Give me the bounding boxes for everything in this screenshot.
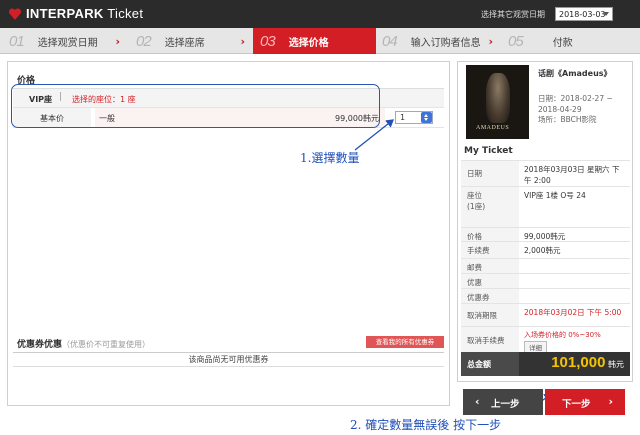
brand-name: INTERPARK — [26, 6, 104, 21]
quantity-value: 1 — [400, 113, 406, 122]
step-number: 02 — [136, 32, 152, 50]
step-select-seat: 02 选择座席 › — [128, 28, 253, 54]
chevron-right-icon: › — [608, 395, 613, 408]
ticket-row-discount: 优惠 — [461, 273, 630, 288]
ticket-row-coupon: 优惠券 — [461, 288, 630, 303]
ticket-value: VIP座 1楼 O号 24 — [524, 191, 586, 200]
ticket-key: 日期 — [461, 161, 519, 186]
prev-step-label: 上一步 — [491, 399, 520, 410]
show-poster: AMADEUS — [466, 65, 529, 139]
poster-figure — [486, 73, 510, 123]
ticket-row-seat: 座位 (1座) VIP座 1楼 O号 24 — [461, 186, 630, 227]
ticket-value: 2,000韩元 — [524, 246, 561, 255]
cancel-fee-value: 入场券价格的 0%~30% — [524, 331, 601, 339]
annotation-select-quantity: 1.選擇數量 — [300, 151, 360, 165]
step-label: 选择座席 — [164, 37, 205, 49]
ticket-key: 取消期限 — [461, 304, 519, 326]
show-info: 日期：2018-02-27 ~ 2018-04-29 场所：BBCH影院 — [538, 94, 628, 126]
price-panel: 价格 VIP座 | 选择的座位：1 座 基本价 一般 99,000韩元 1 优惠… — [7, 61, 450, 406]
date-select-value: 2018-03-03 — [559, 10, 606, 19]
ticket-row-price: 价格 99,000韩元 — [461, 227, 630, 241]
step-number: 05 — [508, 32, 524, 50]
ticket-summary-panel: AMADEUS 话剧《Amadeus》 日期：2018-02-27 ~ 2018… — [457, 61, 633, 382]
step-label: 输入订购者信息 — [410, 37, 481, 49]
step-arrow-icon: › — [488, 35, 493, 48]
step-select-price: 03 选择价格 — [253, 28, 376, 54]
ticket-key: 邮费 — [461, 259, 519, 273]
ticket-value: 2018年03月02日 下午 5:00 — [524, 308, 622, 317]
step-select-date: 01 选择观赏日期 › — [0, 28, 128, 54]
step-arrow-icon: › — [240, 35, 245, 48]
date-select[interactable]: 2018-03-03 — [555, 7, 613, 21]
chevron-down-icon — [603, 12, 609, 16]
interpark-logo[interactable]: INTERPARK Ticket — [8, 6, 143, 21]
my-ticket-title: My Ticket — [464, 146, 513, 156]
other-date-label: 选择其它观赏日期 — [481, 10, 545, 19]
ticket-key: 取消手续费 — [461, 327, 519, 352]
ticket-row-postage: 邮费 — [461, 258, 630, 273]
show-dates: 日期：2018-02-27 ~ 2018-04-29 — [538, 94, 613, 114]
ticket-row-cancel-deadline: 取消期限 2018年03月02日 下午 5:00 — [461, 303, 630, 326]
ticket-key: 优惠券 — [461, 289, 519, 303]
step-bar: 01 选择观赏日期 › 02 选择座席 › 03 选择价格 04 输入订购者信息… — [0, 28, 640, 54]
coupon-empty-message: 该商品尚无可用优惠券 — [13, 352, 444, 367]
poster-title: AMADEUS — [476, 125, 510, 131]
ticket-value — [519, 274, 630, 288]
top-bar: INTERPARK Ticket 选择其它观赏日期 2018-03-03 — [0, 0, 640, 28]
ticket-key: 手续费 — [461, 242, 519, 258]
highlight-box — [11, 84, 380, 128]
next-step-button[interactable]: 下一步 › — [545, 389, 625, 415]
ticket-row-date: 日期 2018年03月03日 星期六 下午 2:00 — [461, 160, 630, 186]
ticket-value — [519, 289, 630, 303]
step-number: 04 — [382, 32, 398, 50]
coupon-section-title: 优惠券优惠（优惠价不可重复使用） — [17, 337, 150, 350]
coupon-note: （优惠价不可重复使用） — [62, 340, 151, 349]
show-venue: 场所：BBCH影院 — [538, 115, 597, 124]
step-buyer-info: 04 输入订购者信息 › — [376, 28, 501, 54]
product-name: Ticket — [107, 6, 144, 21]
ticket-value: 2018年03月03日 星期六 下午 2:00 — [524, 165, 620, 185]
annotation-next-step: 2. 確定數量無誤後 按下一步 — [350, 418, 502, 432]
ticket-key: 优惠 — [461, 274, 519, 288]
total-row: 总金额 101,000 韩元 — [461, 352, 630, 376]
ticket-row-cancel-fee: 取消手续费 入场券价格的 0%~30% 详细 — [461, 326, 630, 353]
ticket-key: 价格 — [461, 228, 519, 241]
quantity-select[interactable]: 1 — [395, 111, 433, 124]
ticket-table: 日期 2018年03月03日 星期六 下午 2:00 座位 (1座) VIP座 … — [461, 160, 630, 376]
show-title: 话剧《Amadeus》 — [538, 69, 612, 78]
heart-logo-icon — [8, 7, 22, 20]
step-label: 选择观赏日期 — [37, 37, 98, 49]
step-number: 01 — [9, 32, 25, 50]
chevron-left-icon: ‹ — [475, 395, 480, 408]
step-label: 选择价格 — [288, 37, 329, 49]
next-step-label: 下一步 — [562, 399, 591, 410]
step-arrow-icon: › — [115, 35, 120, 48]
prev-step-button[interactable]: ‹ 上一步 — [463, 389, 543, 415]
ticket-value — [519, 259, 630, 273]
total-label: 总金额 — [461, 352, 519, 376]
coupon-title: 优惠券优惠 — [17, 340, 63, 350]
step-payment: 05 付款 — [501, 28, 640, 54]
total-unit: 韩元 — [608, 360, 624, 369]
ticket-key: 座位 (1座) — [461, 187, 519, 227]
step-number: 03 — [260, 32, 276, 50]
step-label: 付款 — [552, 37, 573, 49]
view-coupons-button[interactable]: 查看我的所有优惠券 — [366, 336, 444, 348]
ticket-row-fee: 手续费 2,000韩元 — [461, 241, 630, 258]
ticket-value: 99,000韩元 — [524, 232, 566, 241]
total-amount: 101,000 — [551, 354, 606, 371]
spinner-icon — [421, 112, 432, 123]
